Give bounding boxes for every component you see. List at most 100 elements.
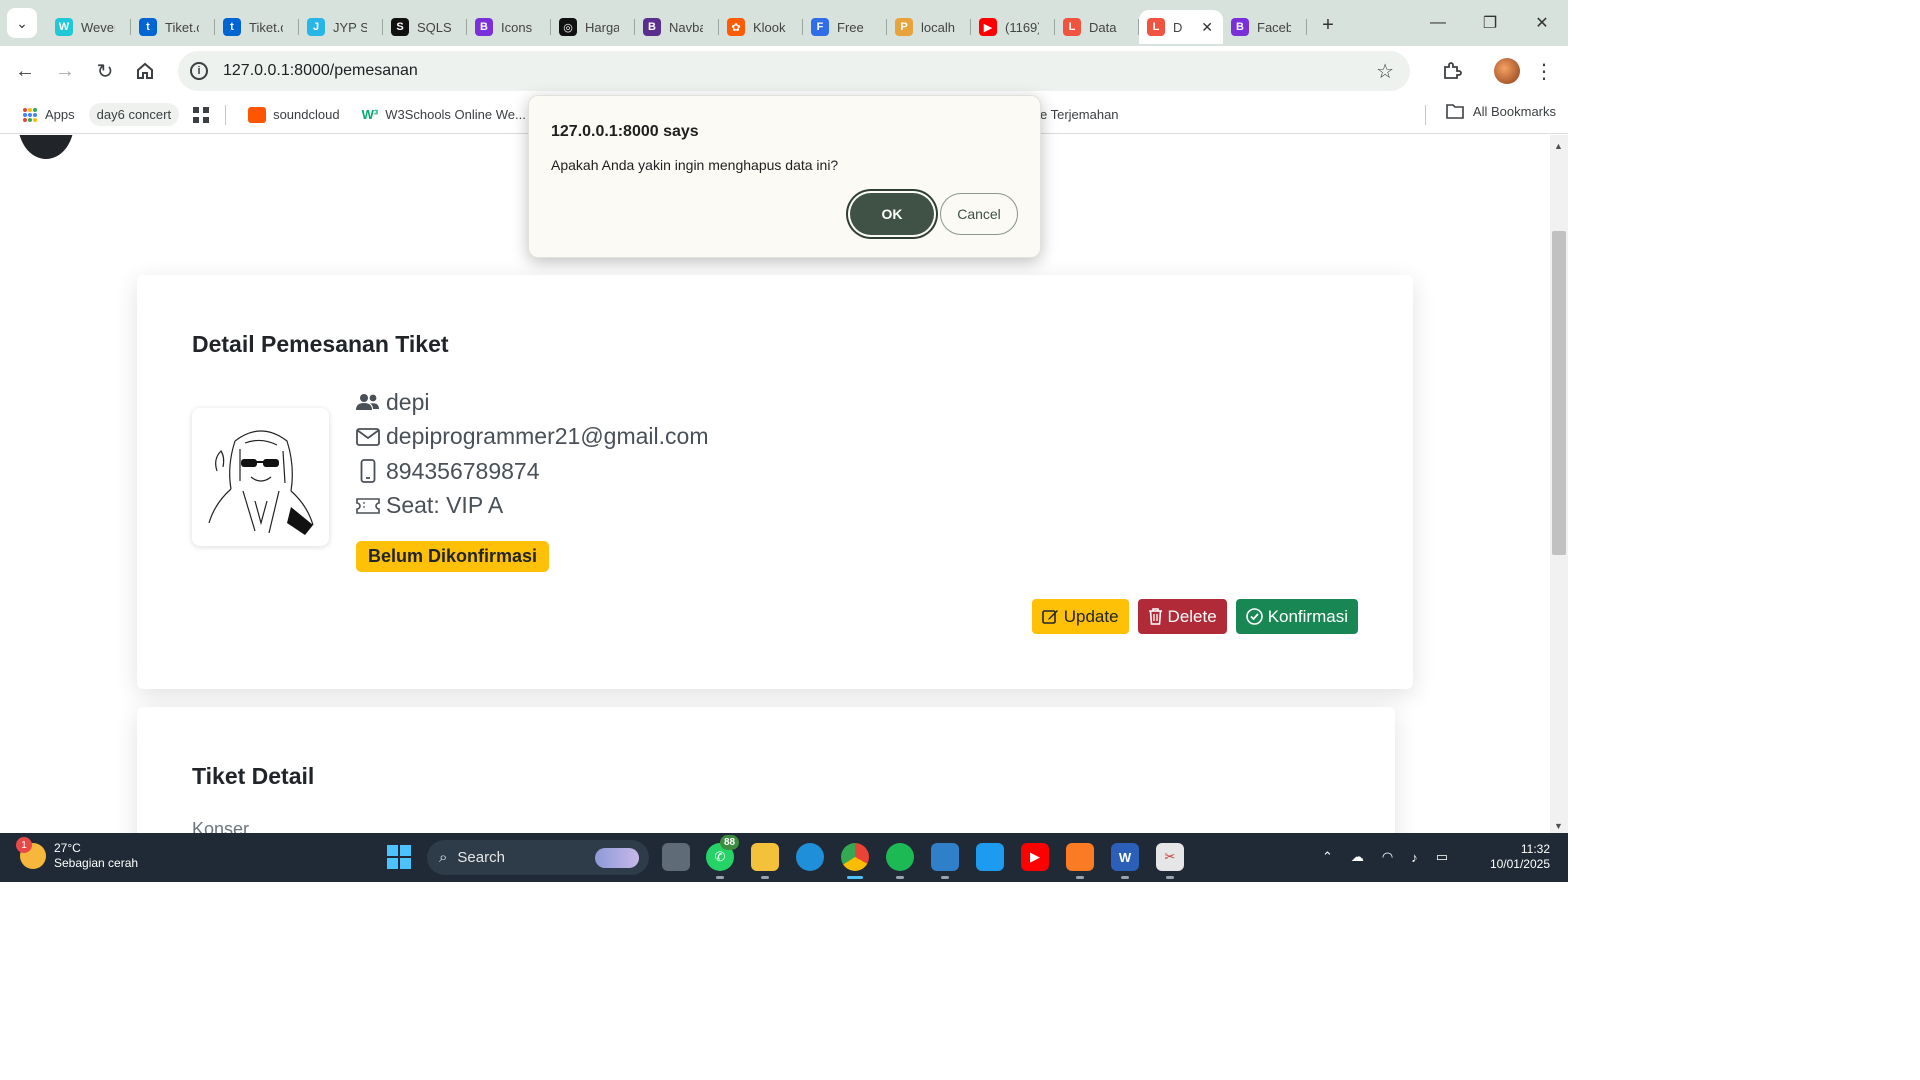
close-window-button[interactable]: ✕ <box>1516 0 1568 46</box>
clock[interactable]: 11:32 10/01/2025 <box>1490 842 1550 872</box>
browser-tab[interactable]: B Facebook <box>1223 10 1307 44</box>
bookmark-apps[interactable]: Apps <box>14 103 83 127</box>
browser-tab[interactable]: F Free <box>803 10 887 44</box>
ticket-icon <box>356 497 380 514</box>
snipping-tool-icon[interactable]: ✂ <box>1156 843 1184 879</box>
browser-tab[interactable]: ◎ Harga <box>551 10 635 44</box>
all-bookmarks-button[interactable]: All Bookmarks <box>1446 103 1556 119</box>
browser-tab[interactable]: L D ✕ <box>1139 10 1223 44</box>
tab-favicon-icon: B <box>643 18 661 36</box>
back-nav-button[interactable] <box>18 135 74 159</box>
whatsapp-icon[interactable]: ✆ 88 <box>706 835 740 879</box>
scroll-down-arrow-icon[interactable]: ▼ <box>1554 821 1563 831</box>
volume-icon[interactable]: ♪ <box>1411 850 1418 865</box>
forward-button[interactable]: → <box>45 51 85 91</box>
reload-button[interactable]: ↻ <box>85 51 125 91</box>
word-icon[interactable]: W <box>1111 843 1139 879</box>
vscode-icon[interactable] <box>931 843 959 879</box>
apps-grid-icon <box>23 107 37 122</box>
tab-title: Navbar <box>669 19 703 35</box>
new-tab-button[interactable]: + <box>1313 10 1343 40</box>
taskbar-search[interactable]: ⌕ Search <box>427 840 649 875</box>
tab-title: Weverse <box>81 19 115 35</box>
twitter-icon[interactable] <box>976 843 1004 871</box>
ticket-detail-card: Tiket Detail Konser <box>137 707 1395 833</box>
tab-title: localhost <box>921 19 955 35</box>
soundcloud-icon <box>248 106 267 123</box>
bookmark-star-icon[interactable]: ☆ <box>1376 59 1394 84</box>
browser-tab[interactable]: Plocalhost <box>887 10 971 44</box>
browser-tab[interactable]: ✿ Klook <box>719 10 803 44</box>
trash-icon <box>1148 608 1163 625</box>
site-info-icon[interactable]: i <box>190 62 208 80</box>
spotify-icon[interactable] <box>886 843 914 879</box>
update-button[interactable]: Update <box>1031 599 1129 634</box>
confirm-button[interactable]: Konfirmasi <box>1235 599 1358 634</box>
menu-kebab-icon[interactable]: ⋮ <box>1534 59 1554 84</box>
envelope-icon <box>356 427 380 446</box>
dialog-cancel-button[interactable]: Cancel <box>940 193 1018 235</box>
browser-tab[interactable]: S SQLSTATE <box>383 10 467 44</box>
browser-tab[interactable]: W Weverse <box>47 10 131 44</box>
back-button[interactable]: ← <box>5 51 45 91</box>
minimize-button[interactable]: — <box>1412 0 1464 46</box>
battery-icon[interactable]: ▭ <box>1436 849 1448 865</box>
weather-sun-icon: 1 <box>16 837 46 869</box>
browser-tab[interactable]: t Tiket.com <box>215 10 299 44</box>
bookmark-translate[interactable]: e Terjemahan <box>1040 107 1119 122</box>
weather-notification-badge: 1 <box>16 837 32 853</box>
tab-title: Data <box>1089 19 1117 35</box>
bookmark-day6-concert[interactable]: day6 concert <box>88 103 180 126</box>
url-text[interactable]: 127.0.0.1:8000/pemesanan <box>223 62 418 80</box>
phone-row: 894356789874 <box>356 454 708 489</box>
extensions-icon[interactable] <box>1432 51 1472 91</box>
page-scrollbar[interactable]: ▲ ▼ <box>1550 135 1568 833</box>
dialog-ok-button[interactable]: OK <box>850 193 934 235</box>
wifi-icon[interactable]: ◠ <box>1382 849 1393 865</box>
tab-close-icon[interactable]: ✕ <box>1201 19 1213 36</box>
tab-title: (1169) <box>1005 19 1039 35</box>
chrome-icon[interactable] <box>841 843 869 879</box>
bookmark-w3schools[interactable]: W³ W3Schools Online We... <box>354 103 534 126</box>
browser-tab[interactable]: B Icons <box>467 10 551 44</box>
tab-favicon-icon: F <box>811 18 829 36</box>
scroll-up-arrow-icon[interactable]: ▲ <box>1554 141 1563 151</box>
scroll-thumb[interactable] <box>1552 231 1566 555</box>
sketch-portrait-image <box>196 413 325 541</box>
seat-row: Seat: VIP A <box>356 489 708 524</box>
windows-taskbar: 1 27°C Sebagian cerah ⌕ Search ✆ 88 ▶ W ✂… <box>0 833 1568 882</box>
task-view-icon[interactable] <box>662 843 690 871</box>
system-tray: ⌃ ☁ ◠ ♪ ▭ <box>1304 849 1448 865</box>
email-row: depiprogrammer21@gmail.com <box>356 420 708 455</box>
edge-icon[interactable] <box>796 843 824 871</box>
xampp-icon[interactable] <box>1066 843 1094 879</box>
browser-tab[interactable]: ▶ (1169) <box>971 10 1055 44</box>
file-explorer-icon[interactable] <box>751 843 779 879</box>
home-button[interactable] <box>125 51 165 91</box>
browser-tab[interactable]: L Data <box>1055 10 1139 44</box>
check-circle-icon <box>1245 608 1263 625</box>
booking-detail-card: Detail Pemesanan Tiket depi depiprogramm… <box>137 275 1413 689</box>
home-icon <box>137 62 153 79</box>
chevron-up-icon[interactable]: ⌃ <box>1322 849 1333 865</box>
bookmark-soundcloud[interactable]: soundcloud <box>240 103 348 127</box>
browser-tab[interactable]: t Tiket.com <box>131 10 215 44</box>
clock-time: 11:32 <box>1520 842 1550 856</box>
tab-title: Harga <box>585 19 619 35</box>
user-avatar <box>192 408 329 546</box>
w3schools-icon: W³ <box>361 107 379 122</box>
youtube-icon[interactable]: ▶ <box>1021 843 1049 871</box>
address-bar[interactable]: i 127.0.0.1:8000/pemesanan ☆ <box>178 51 1410 91</box>
restore-button[interactable]: ❐ <box>1464 0 1516 46</box>
detail-title: Detail Pemesanan Tiket <box>192 331 449 357</box>
browser-tab[interactable]: J JYP Shop <box>299 10 383 44</box>
start-button[interactable] <box>387 845 411 869</box>
weather-widget[interactable]: 1 27°C Sebagian cerah <box>16 837 138 871</box>
tab-groups-icon[interactable] <box>193 106 210 123</box>
onedrive-icon[interactable]: ☁ <box>1351 849 1364 865</box>
tab-search-button[interactable]: ⌄ <box>7 8 37 38</box>
people-icon <box>356 392 380 412</box>
profile-avatar[interactable] <box>1494 58 1520 84</box>
browser-tab[interactable]: B Navbar <box>635 10 719 44</box>
delete-button[interactable]: Delete <box>1137 599 1227 634</box>
